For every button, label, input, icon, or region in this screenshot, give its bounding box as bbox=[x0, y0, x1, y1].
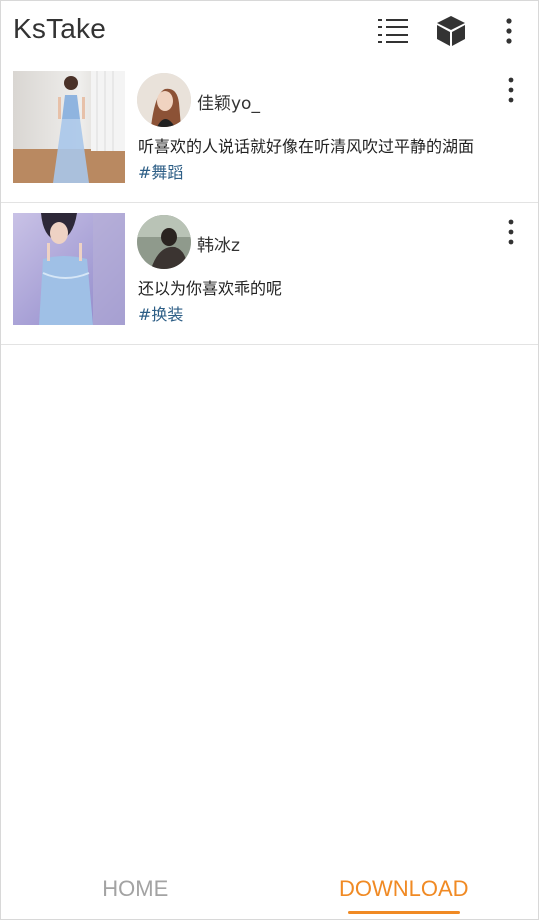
tab-download[interactable]: DOWNLOAD bbox=[270, 859, 539, 919]
avatar[interactable] bbox=[137, 73, 191, 127]
thumbnail-image bbox=[13, 71, 125, 183]
video-thumbnail[interactable] bbox=[13, 71, 125, 183]
avatar-image bbox=[137, 73, 191, 127]
more-vertical-icon bbox=[506, 18, 512, 44]
more-vertical-icon bbox=[508, 77, 514, 103]
thumbnail-image bbox=[13, 213, 125, 325]
username[interactable]: 佳颖yo_ bbox=[197, 89, 260, 114]
hashtag-link[interactable]: #舞蹈 bbox=[138, 159, 183, 183]
tab-download-label: DOWNLOAD bbox=[338, 876, 469, 901]
video-thumbnail[interactable] bbox=[13, 213, 125, 325]
app-window: KsTake 佳颖yo_ 听喜欢的人说话就好像在听清风吹过平静的湖面 #舞蹈 韩… bbox=[0, 0, 539, 920]
top-app-bar: KsTake bbox=[1, 1, 538, 61]
tab-home-label: HOME bbox=[102, 876, 169, 901]
more-vertical-icon bbox=[508, 219, 514, 245]
avatar[interactable] bbox=[137, 215, 191, 269]
active-tab-indicator bbox=[347, 911, 460, 914]
hashtag-link[interactable]: #换装 bbox=[138, 301, 183, 325]
username[interactable]: 韩冰z bbox=[197, 231, 240, 256]
list-view-button[interactable] bbox=[373, 11, 413, 51]
caption: 听喜欢的人说话就好像在听清风吹过平静的湖面 bbox=[138, 137, 475, 156]
bottom-navigation: HOME DOWNLOAD bbox=[1, 859, 538, 919]
overflow-menu-button[interactable] bbox=[489, 11, 529, 51]
tab-home[interactable]: HOME bbox=[1, 859, 270, 919]
avatar-image bbox=[137, 215, 191, 269]
caption: 还以为你喜欢乖的呢 bbox=[138, 279, 283, 298]
app-title: KsTake bbox=[13, 13, 107, 44]
cube-icon bbox=[437, 16, 465, 46]
item-menu-button[interactable] bbox=[496, 215, 526, 249]
item-menu-button[interactable] bbox=[496, 73, 526, 107]
cube-button[interactable] bbox=[431, 11, 471, 51]
video-list: 佳颖yo_ 听喜欢的人说话就好像在听清风吹过平静的湖面 #舞蹈 韩冰z 还以为你… bbox=[1, 61, 538, 345]
list-item[interactable]: 佳颖yo_ 听喜欢的人说话就好像在听清风吹过平静的湖面 #舞蹈 bbox=[1, 61, 538, 203]
list-item[interactable]: 韩冰z 还以为你喜欢乖的呢 #换装 bbox=[1, 203, 538, 345]
list-icon bbox=[378, 19, 408, 43]
